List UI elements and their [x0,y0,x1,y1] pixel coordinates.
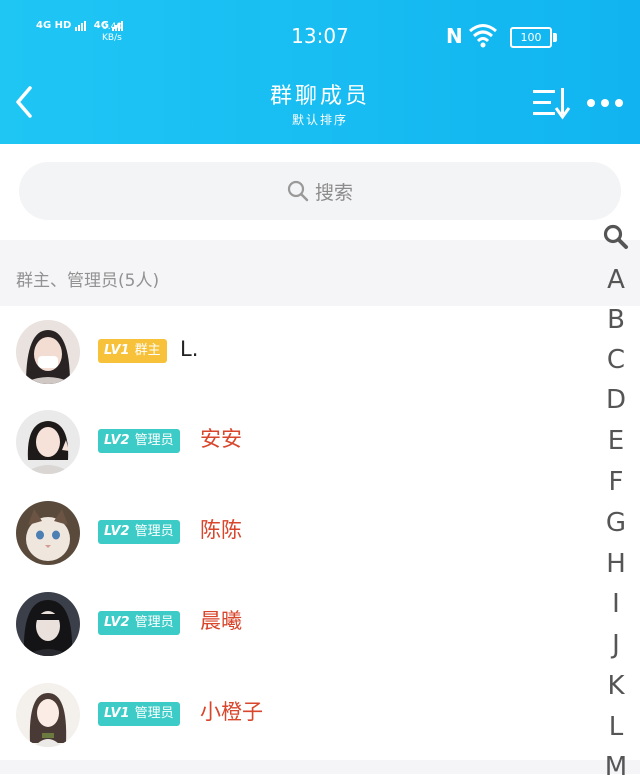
wifi-icon [469,24,497,48]
member-name: 安安 [200,427,242,451]
list-footer [0,760,640,774]
member-row[interactable]: LV1 管理员 小橙子 [0,669,595,759]
role-label: 管理员 [134,524,174,539]
search-icon [287,180,309,202]
avatar[interactable] [16,410,80,474]
status-bar: 4G HD 4G 0.40 KB/s 13:07 N 100 [0,0,640,70]
index-letter[interactable]: C [596,345,636,375]
battery-level: 100 [520,31,542,44]
member-row[interactable]: LV2 管理员 晨曦 [0,578,595,668]
more-dots-icon[interactable] [584,90,626,116]
avatar[interactable] [16,320,80,384]
index-letter[interactable]: E [596,426,636,456]
member-row[interactable]: LV2 管理员 陈陈 [0,487,595,577]
member-row[interactable]: LV2 管理员 安安 [0,396,595,486]
alphabet-index[interactable]: A B C D E F G H I J K L M [596,222,636,782]
index-letter[interactable]: M [596,752,636,782]
index-letter[interactable]: F [596,467,636,497]
role-label: 群主 [134,343,161,358]
group-header: 群主、管理员(5人) [0,240,640,306]
index-letter[interactable]: A [596,265,636,295]
top-bar: 4G HD 4G 0.40 KB/s 13:07 N 100 群聊成员 默认排序 [0,0,640,144]
role-badge: LV1 管理员 [98,702,180,726]
index-letter[interactable]: H [596,549,636,579]
role-label: 管理员 [134,433,174,448]
index-letter[interactable]: K [596,671,636,701]
role-label: 管理员 [134,706,174,721]
level-label: LV1 [104,706,130,721]
member-name: 晨曦 [200,609,242,633]
level-label: LV2 [104,615,130,630]
sort-icon[interactable] [531,86,571,120]
nfc-icon: N [446,24,463,48]
index-letter[interactable]: I [596,589,636,619]
index-letter[interactable]: L [596,712,636,742]
role-badge: LV2 管理员 [98,611,180,635]
member-name: L. [180,337,199,361]
search-icon[interactable] [603,224,629,250]
index-letter[interactable]: D [596,385,636,415]
battery-icon: 100 [510,27,557,48]
level-label: LV2 [104,524,130,539]
search-input[interactable]: 搜索 [19,162,621,220]
avatar[interactable] [16,592,80,656]
level-label: LV1 [104,343,130,358]
member-name: 小橙子 [200,700,263,724]
index-letter[interactable]: B [596,305,636,335]
index-letter[interactable]: G [596,508,636,538]
role-badge: LV1 群主 [98,339,167,363]
index-letter[interactable]: J [596,630,636,660]
avatar[interactable] [16,683,80,747]
avatar[interactable] [16,501,80,565]
search-placeholder: 搜索 [314,181,353,204]
member-name: 陈陈 [200,518,242,542]
search-area: 搜索 [0,144,640,240]
role-badge: LV2 管理员 [98,429,180,453]
role-label: 管理员 [134,615,174,630]
group-header-label: 群主、管理员(5人) [16,271,160,291]
role-badge: LV2 管理员 [98,520,180,544]
level-label: LV2 [104,433,130,448]
member-row[interactable]: LV1 群主 L. [0,306,595,396]
